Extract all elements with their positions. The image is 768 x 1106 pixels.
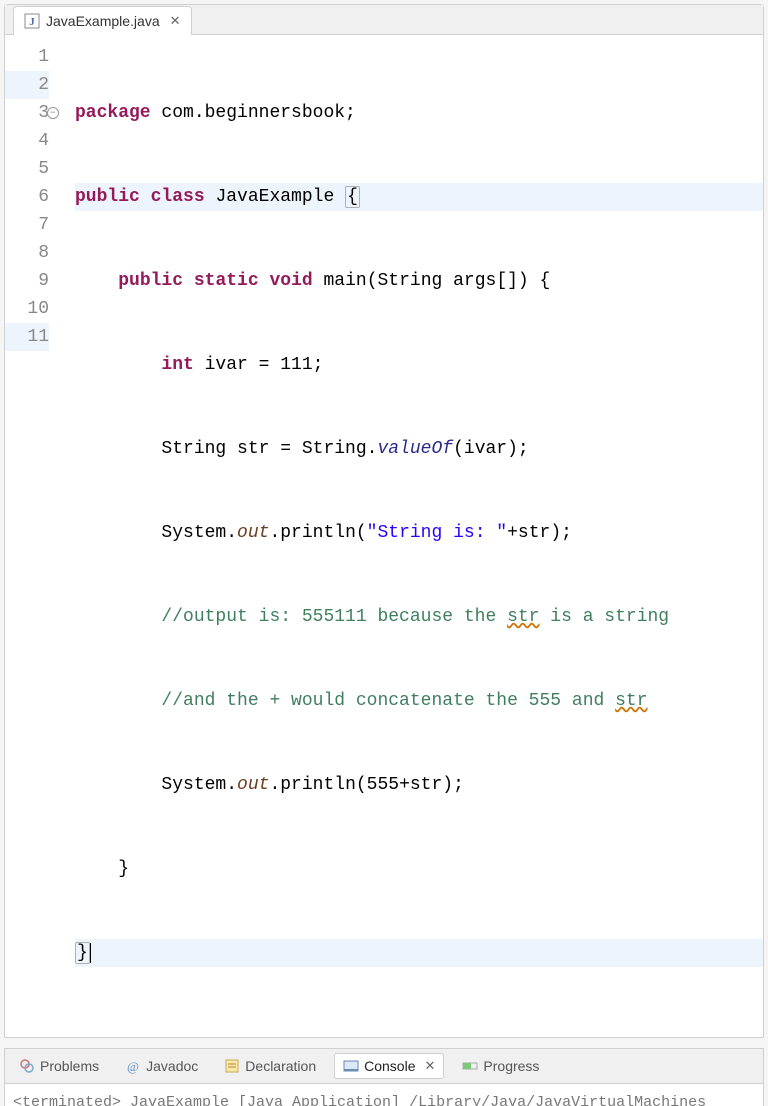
tab-javadoc[interactable]: @ Javadoc (117, 1054, 206, 1078)
console-status: <terminated> JavaExample [Java Applicati… (13, 1090, 755, 1106)
code-line: String str = String.valueOf(ivar); (75, 435, 763, 463)
tab-problems[interactable]: Problems (11, 1054, 107, 1078)
tab-label: Javadoc (146, 1058, 198, 1074)
code-line: System.out.println(555+str); (75, 771, 763, 799)
line-number: 9 (5, 267, 49, 295)
line-number: 6 (5, 183, 49, 211)
line-number: 5 (5, 155, 49, 183)
line-number: 11 (5, 323, 49, 351)
code-line: //and the + would concatenate the 555 an… (75, 687, 763, 715)
code-line: //output is: 555111 because the str is a… (75, 603, 763, 631)
code-line: int ivar = 111; (75, 351, 763, 379)
fold-toggle-icon[interactable]: − (47, 107, 59, 119)
text-cursor (90, 943, 91, 963)
code-content[interactable]: package com.beginnersbook; public class … (61, 43, 763, 1023)
java-file-icon: J (24, 13, 40, 29)
line-number: 1 (5, 43, 49, 71)
line-number: 3− (5, 99, 49, 127)
line-number: 4 (5, 127, 49, 155)
svg-text:J: J (29, 16, 35, 28)
bottom-tab-bar: Problems @ Javadoc Declaration Console ✕… (5, 1049, 763, 1084)
line-number: 10 (5, 295, 49, 323)
line-gutter: 1 2 3− 4 5 6 7 8 9 10 11 (5, 43, 61, 1023)
editor-tab-label: JavaExample.java (46, 13, 160, 29)
code-line: public class JavaExample { (75, 183, 763, 211)
declaration-icon (224, 1058, 240, 1074)
javadoc-icon: @ (125, 1058, 141, 1074)
line-number: 8 (5, 239, 49, 267)
console-output[interactable]: <terminated> JavaExample [Java Applicati… (5, 1084, 763, 1106)
svg-text:@: @ (127, 1059, 139, 1074)
line-number: 2 (5, 71, 49, 99)
editor-tab-bar: J JavaExample.java ✕ (5, 5, 763, 35)
bottom-panel: Problems @ Javadoc Declaration Console ✕… (4, 1048, 764, 1106)
close-icon[interactable]: ✕ (425, 1058, 436, 1074)
code-line: } (75, 855, 763, 883)
tab-console[interactable]: Console ✕ (334, 1053, 444, 1079)
tab-declaration[interactable]: Declaration (216, 1054, 324, 1078)
tab-label: Problems (40, 1058, 99, 1074)
code-line: } (75, 939, 763, 967)
code-editor[interactable]: 1 2 3− 4 5 6 7 8 9 10 11 package com.beg… (5, 35, 763, 1037)
code-line: public static void main(String args[]) { (75, 267, 763, 295)
code-line: System.out.println("String is: "+str); (75, 519, 763, 547)
problems-icon (19, 1058, 35, 1074)
tab-label: Console (364, 1058, 415, 1074)
tab-label: Progress (483, 1058, 539, 1074)
close-icon[interactable]: ✕ (170, 13, 181, 29)
code-line: package com.beginnersbook; (75, 99, 763, 127)
progress-icon (462, 1058, 478, 1074)
tab-label: Declaration (245, 1058, 316, 1074)
editor-panel: J JavaExample.java ✕ 1 2 3− 4 5 6 7 8 9 … (4, 4, 764, 1038)
editor-tab[interactable]: J JavaExample.java ✕ (13, 6, 192, 35)
console-icon (343, 1058, 359, 1074)
tab-progress[interactable]: Progress (454, 1054, 547, 1078)
line-number: 7 (5, 211, 49, 239)
